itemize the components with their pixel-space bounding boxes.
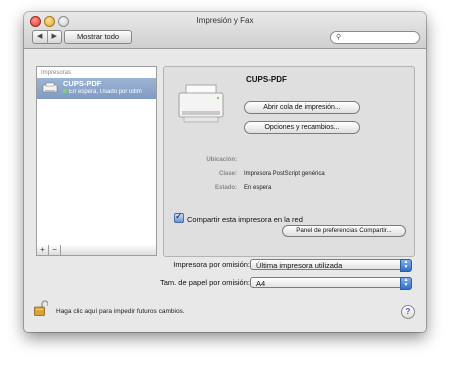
remove-printer-button[interactable]: − [49, 245, 61, 255]
options-supplies-button[interactable]: Opciones y recambios... [244, 121, 360, 134]
back-button[interactable]: ◀ [33, 31, 47, 43]
printer-detail-panel: CUPS-PDF Abrir cola de impresión... Opci… [163, 66, 415, 257]
help-button[interactable]: ? [401, 305, 415, 319]
back-forward-control: ◀ ▶ [32, 30, 62, 44]
location-label: Ubicación: [206, 157, 237, 163]
status-dot-icon [63, 89, 67, 93]
window-title: Impresión y Fax [196, 16, 254, 25]
printer-name: CUPS-PDF [63, 79, 102, 88]
default-paper-size-value: A4 [256, 279, 266, 288]
popup-arrows-icon: ▲ ▼ [400, 259, 412, 272]
forward-button[interactable]: ▶ [46, 31, 62, 43]
sharing-preferences-button[interactable]: Panel de preferencias Compartir... [282, 225, 406, 237]
state-value: En espera [244, 185, 272, 191]
preferences-window: Impresión y Fax ◀ ▶ Mostrar todo ⚲ Impre… [24, 12, 426, 332]
printer-status-line: En espera, Usado por últim [63, 89, 156, 95]
popup-arrows-icon: ▲ ▼ [400, 277, 412, 290]
printer-status: En espera, Usado por últim [69, 89, 142, 95]
selected-printer-name: CUPS-PDF [246, 75, 287, 84]
share-printer-checkbox[interactable]: Compartir esta impresora en la red [174, 211, 303, 224]
lock-icon[interactable] [34, 300, 48, 316]
printer-list: Impresoras CUPS-PDF En espera, Usado por… [36, 66, 157, 246]
printer-large-icon [178, 84, 224, 123]
class-value: Impresora PostScript genérica [244, 171, 325, 177]
search-field[interactable]: ⚲ [330, 31, 420, 44]
share-printer-label: Compartir esta impresora en la red [187, 215, 303, 224]
lock-message: Haga clic aquí para impedir futuros camb… [56, 308, 185, 315]
printer-list-header: Impresoras [41, 70, 72, 76]
default-paper-size-select[interactable]: A4 ▲ ▼ [250, 277, 412, 290]
state-label: Estado: [214, 185, 237, 191]
default-printer-label: Impresora por omisión: [173, 260, 250, 269]
default-printer-value: Última impresora utilizada [256, 261, 343, 270]
show-all-button[interactable]: Mostrar todo [64, 30, 132, 44]
printer-icon [42, 82, 58, 93]
default-paper-size-label: Tam. de papel por omisión: [159, 278, 250, 287]
title-bar: Impresión y Fax ◀ ▶ Mostrar todo ⚲ [24, 12, 426, 49]
printer-list-item-cups-pdf[interactable]: CUPS-PDF En espera, Usado por últim [37, 78, 156, 99]
checkbox-checked-icon [174, 211, 184, 223]
search-icon: ⚲ [336, 34, 342, 41]
open-print-queue-button[interactable]: Abrir cola de impresión... [244, 101, 360, 114]
add-printer-button[interactable]: + [37, 245, 49, 255]
printer-list-footer: + − [36, 245, 157, 256]
default-printer-select[interactable]: Última impresora utilizada ▲ ▼ [250, 259, 412, 272]
class-label: Clase: [218, 171, 237, 177]
